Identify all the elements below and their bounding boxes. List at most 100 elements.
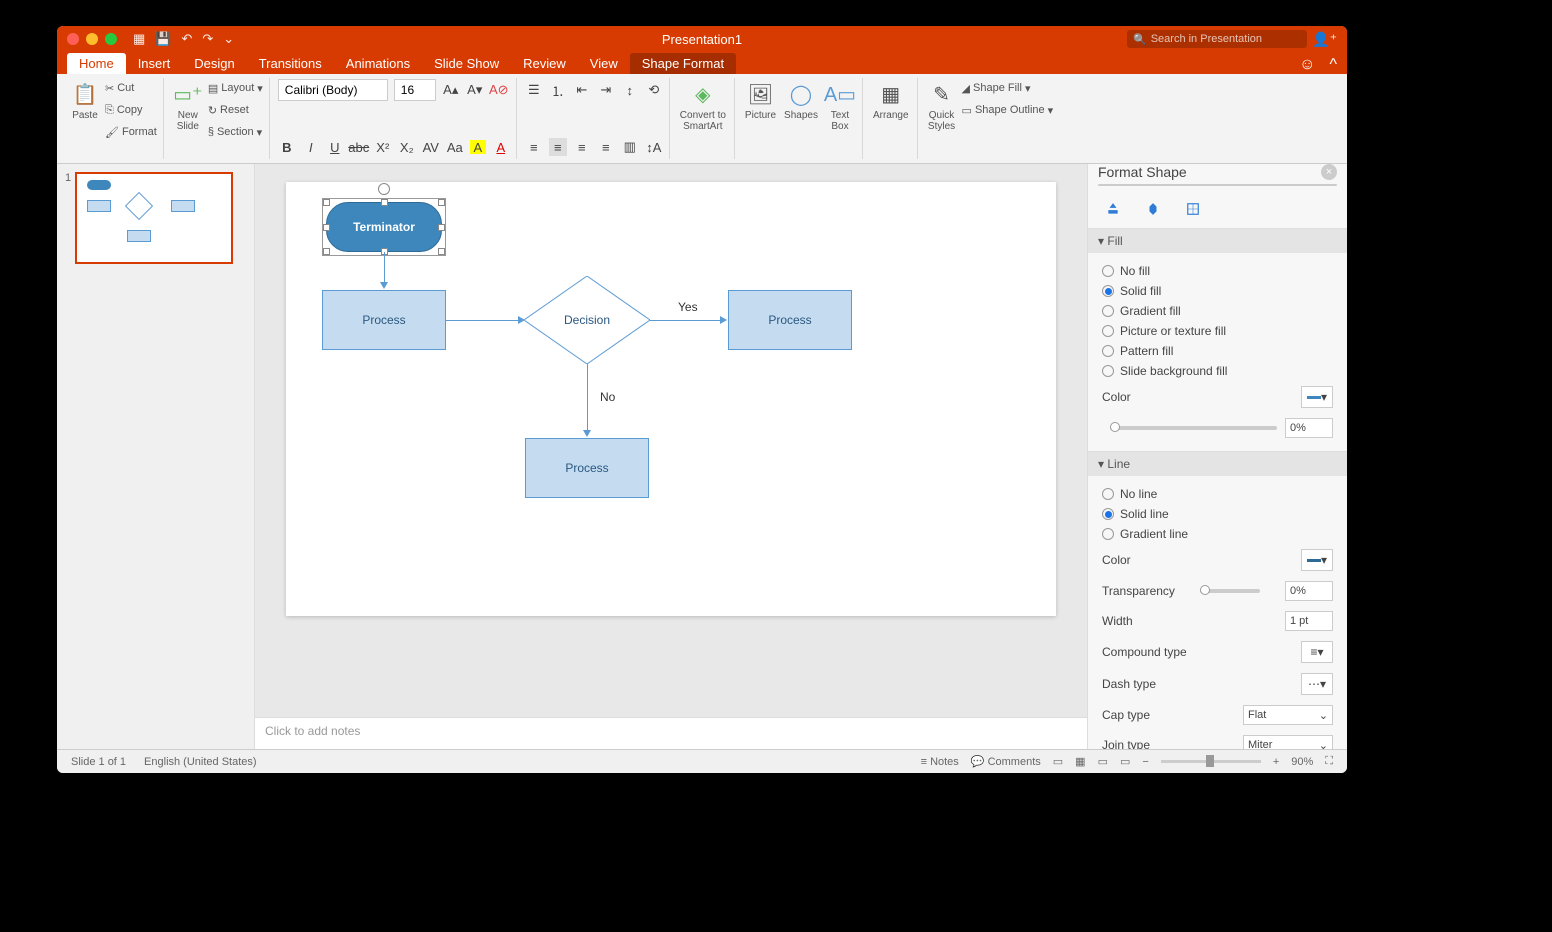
join-type-select[interactable]: Miter⌄	[1243, 735, 1333, 749]
qat-more-icon[interactable]: ⌄	[223, 31, 234, 47]
language-status[interactable]: English (United States)	[144, 756, 257, 768]
autosave-icon[interactable]: ▦	[133, 31, 145, 47]
close-pane-icon[interactable]: ×	[1321, 164, 1337, 180]
indent-button[interactable]: ⇥	[597, 81, 615, 99]
connector-1[interactable]	[384, 252, 385, 286]
normal-view-icon[interactable]: ▭	[1053, 755, 1063, 768]
search-input[interactable]: 🔍 Search in Presentation	[1127, 30, 1307, 48]
reading-view-icon[interactable]: ▭	[1098, 755, 1108, 768]
minimize-window[interactable]	[86, 33, 98, 45]
resize-handle-w[interactable]	[323, 224, 330, 231]
quick-styles-button[interactable]: ✎Quick Styles	[926, 78, 958, 134]
slide-counter[interactable]: Slide 1 of 1	[71, 756, 126, 768]
align-center-button[interactable]: ≡	[549, 138, 567, 156]
zoom-window[interactable]	[105, 33, 117, 45]
fill-transparency-slider[interactable]	[1110, 426, 1277, 430]
fill-color-button[interactable]: ▾	[1301, 386, 1333, 408]
line-section-header[interactable]: ▾ Line	[1088, 452, 1347, 476]
gradient-fill-radio[interactable]: Gradient fill	[1102, 301, 1333, 321]
convert-smartart-button[interactable]: ◈Convert to SmartArt	[678, 78, 728, 134]
tab-view[interactable]: View	[578, 53, 630, 74]
shape-fill-button[interactable]: ◢ Shape Fill ▾	[962, 78, 1054, 98]
comments-toggle[interactable]: 💬 Comments	[971, 755, 1041, 768]
layout-button[interactable]: ▤ Layout ▾	[208, 78, 263, 98]
compound-type-button[interactable]: ≡▾	[1301, 641, 1333, 663]
notes-pane[interactable]: Click to add notes	[255, 717, 1087, 749]
slide-thumbnail-1[interactable]	[75, 172, 233, 264]
zoom-out-icon[interactable]: −	[1142, 756, 1148, 768]
reset-button[interactable]: ↻ Reset	[208, 100, 263, 120]
line-transparency-value[interactable]: 0%	[1285, 581, 1333, 601]
fill-section-header[interactable]: ▾ Fill	[1088, 229, 1347, 253]
clear-format-icon[interactable]: A⊘	[490, 81, 508, 99]
section-button[interactable]: § Section ▾	[208, 122, 263, 142]
decrease-font-icon[interactable]: A▾	[466, 81, 484, 99]
effects-icon[interactable]	[1142, 198, 1164, 220]
redo-icon[interactable]: ↷	[202, 31, 213, 47]
textbox-button[interactable]: A▭Text Box	[824, 78, 856, 134]
tab-home[interactable]: Home	[67, 53, 126, 74]
resize-handle-ne[interactable]	[438, 199, 445, 206]
size-props-icon[interactable]	[1182, 198, 1204, 220]
slide-canvas[interactable]: Terminator Process	[286, 182, 1056, 616]
feedback-icon[interactable]: ☺	[1299, 56, 1315, 74]
superscript-button[interactable]: X²	[374, 138, 392, 156]
tab-shape-format[interactable]: Shape Format	[630, 53, 736, 74]
resize-handle-e[interactable]	[438, 224, 445, 231]
shape-outline-button[interactable]: ▭ Shape Outline ▾	[962, 100, 1054, 120]
dash-type-button[interactable]: ⋯▾	[1301, 673, 1333, 695]
char-spacing-button[interactable]: AV	[422, 138, 440, 156]
sorter-view-icon[interactable]: ▦	[1075, 755, 1085, 768]
resize-handle-se[interactable]	[438, 248, 445, 255]
underline-button[interactable]: U	[326, 138, 344, 156]
canvas-scroll[interactable]: Terminator Process	[255, 164, 1087, 717]
highlight-button[interactable]: A	[470, 140, 486, 154]
solid-fill-radio[interactable]: Solid fill	[1102, 281, 1333, 301]
shapes-button[interactable]: ◯Shapes	[782, 78, 820, 123]
font-size-select[interactable]	[394, 79, 436, 101]
zoom-in-icon[interactable]: +	[1273, 756, 1279, 768]
tab-insert[interactable]: Insert	[126, 53, 183, 74]
pattern-fill-radio[interactable]: Pattern fill	[1102, 341, 1333, 361]
solid-line-radio[interactable]: Solid line	[1102, 504, 1333, 524]
tab-slideshow[interactable]: Slide Show	[422, 53, 511, 74]
line-width-value[interactable]: 1 pt	[1285, 611, 1333, 631]
font-name-select[interactable]	[278, 79, 388, 101]
zoom-level[interactable]: 90%	[1291, 756, 1313, 768]
connector-4[interactable]	[587, 364, 588, 434]
align-left-button[interactable]: ≡	[525, 138, 543, 156]
align-right-button[interactable]: ≡	[573, 138, 591, 156]
decision-shape[interactable]: Decision	[524, 276, 650, 364]
text-direction-button[interactable]: ⟲	[645, 81, 663, 99]
tab-review[interactable]: Review	[511, 53, 578, 74]
resize-handle-sw[interactable]	[323, 248, 330, 255]
justify-button[interactable]: ≡	[597, 138, 615, 156]
columns-button[interactable]: ▥	[621, 138, 639, 156]
increase-font-icon[interactable]: A▴	[442, 81, 460, 99]
notes-toggle[interactable]: ≡ Notes	[921, 756, 959, 768]
resize-handle-n[interactable]	[381, 199, 388, 206]
line-spacing-button[interactable]: ↕	[621, 81, 639, 99]
close-window[interactable]	[67, 33, 79, 45]
line-color-button[interactable]: ▾	[1301, 549, 1333, 571]
fill-line-icon[interactable]	[1102, 198, 1124, 220]
resize-handle-nw[interactable]	[323, 199, 330, 206]
shape-options-tab[interactable]: Shape Options	[1099, 185, 1218, 186]
collapse-ribbon-icon[interactable]: ^	[1329, 56, 1337, 74]
font-color-button[interactable]: A	[492, 138, 510, 156]
copy-button[interactable]: ⎘ Copy	[105, 100, 157, 120]
save-icon[interactable]: 💾	[155, 31, 171, 47]
bold-button[interactable]: B	[278, 138, 296, 156]
rotate-handle[interactable]	[378, 183, 390, 195]
tab-animations[interactable]: Animations	[334, 53, 422, 74]
tab-transitions[interactable]: Transitions	[247, 53, 334, 74]
fit-window-icon[interactable]: ⛶	[1325, 755, 1333, 768]
picture-button[interactable]: 🖼Picture	[743, 78, 778, 123]
strike-button[interactable]: abc	[350, 138, 368, 156]
bullets-button[interactable]: ☰	[525, 81, 543, 99]
zoom-slider[interactable]	[1161, 760, 1261, 763]
change-case-button[interactable]: Aa	[446, 138, 464, 156]
text-options-tab[interactable]: Text Options	[1218, 185, 1337, 186]
format-painter-button[interactable]: 🖌 Format	[105, 122, 157, 142]
subscript-button[interactable]: X₂	[398, 138, 416, 156]
